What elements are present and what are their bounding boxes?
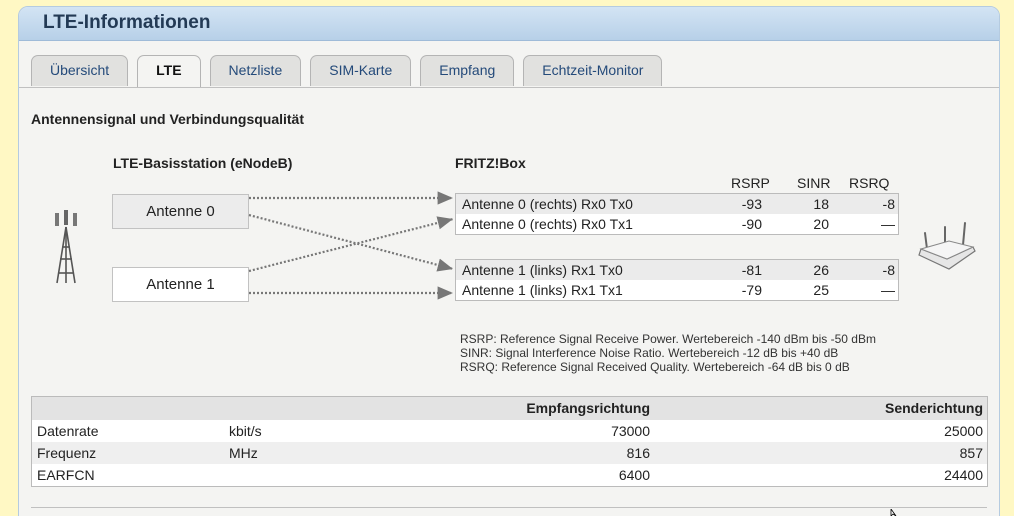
row-label: EARFCN <box>37 467 95 483</box>
row-unit: MHz <box>229 445 258 461</box>
row-send: 24400 <box>944 467 983 483</box>
col-header-send: Senderichtung <box>884 400 983 416</box>
rx-rsrq: -8 <box>882 262 895 278</box>
row-receive: 73000 <box>611 423 650 439</box>
table-header-row: Empfangsrichtung Senderichtung <box>32 397 987 420</box>
rx-name: Antenne 0 (rechts) Rx0 Tx0 <box>462 196 633 212</box>
rx-name: Antenne 1 (links) Rx1 Tx0 <box>462 262 623 278</box>
legend-rsrq: RSRQ: Reference Signal Received Quality.… <box>460 360 850 374</box>
rx-sinr: 20 <box>813 216 829 232</box>
rx-rsrp: -79 <box>741 282 762 298</box>
rx-table-antenna-0: Antenne 0 (rechts) Rx0 Tx0 -93 18 -8 Ant… <box>455 193 899 235</box>
bottom-divider <box>31 507 987 508</box>
legend-sinr: SINR: Signal Interference Noise Ratio. W… <box>460 346 839 360</box>
rx-rsrp: -93 <box>741 196 762 212</box>
table-row: Antenne 1 (links) Rx1 Tx1 -79 25 — <box>456 280 898 300</box>
row-label: Datenrate <box>37 423 99 439</box>
col-header-receive: Empfangsrichtung <box>526 400 650 416</box>
rate-table: Empfangsrichtung Senderichtung Datenrate… <box>31 396 988 487</box>
router-icon <box>918 222 976 270</box>
rx-sinr: 18 <box>813 196 829 212</box>
table-row: Datenrate kbit/s 73000 25000 <box>32 420 987 442</box>
rx-table-antenna-1: Antenne 1 (links) Rx1 Tx0 -81 26 -8 Ante… <box>455 259 899 301</box>
rx-name: Antenne 1 (links) Rx1 Tx1 <box>462 282 623 298</box>
rx-rsrp: -90 <box>741 216 762 232</box>
rx-sinr: 26 <box>813 262 829 278</box>
rx-rsrq: — <box>881 282 895 298</box>
rx-sinr: 25 <box>813 282 829 298</box>
table-row: EARFCN 6400 24400 <box>32 464 987 486</box>
row-unit: kbit/s <box>229 423 262 439</box>
table-row: Antenne 0 (rechts) Rx0 Tx1 -90 20 — <box>456 214 898 234</box>
table-row: Antenne 0 (rechts) Rx0 Tx0 -93 18 -8 <box>456 194 898 214</box>
rx-name: Antenne 0 (rechts) Rx0 Tx1 <box>462 216 633 232</box>
row-send: 25000 <box>944 423 983 439</box>
row-receive: 816 <box>626 445 650 461</box>
row-receive: 6400 <box>618 467 650 483</box>
rx-rsrp: -81 <box>741 262 762 278</box>
row-send: 857 <box>959 445 983 461</box>
mouse-cursor-icon <box>890 509 897 516</box>
table-row: Frequenz MHz 816 857 <box>32 442 987 464</box>
table-row: Antenne 1 (links) Rx1 Tx0 -81 26 -8 <box>456 260 898 280</box>
row-label: Frequenz <box>37 445 97 461</box>
legend-rsrp: RSRP: Reference Signal Receive Power. We… <box>460 332 876 346</box>
signal-legend: RSRP: Reference Signal Receive Power. We… <box>460 332 876 374</box>
rx-rsrq: — <box>881 216 895 232</box>
rx-rsrq: -8 <box>882 196 895 212</box>
lte-info-panel: LTE-Informationen Übersicht LTE Netzlist… <box>18 6 1000 516</box>
